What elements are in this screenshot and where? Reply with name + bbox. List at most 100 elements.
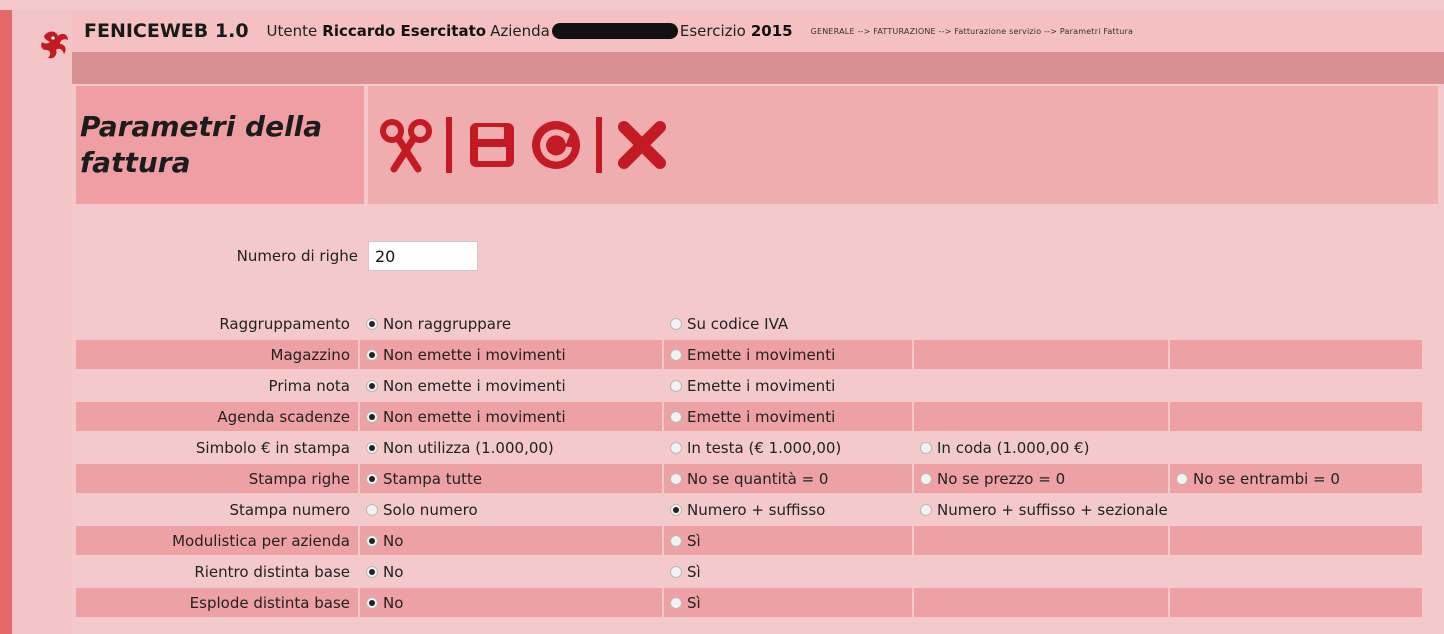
radio-label: Emette i movimenti xyxy=(687,376,836,395)
radio-option[interactable]: Su codice IVA xyxy=(664,309,912,338)
option-row: Modulistica per azienda No Sì xyxy=(76,525,1438,556)
radio-unselected-icon[interactable] xyxy=(920,503,932,516)
radio-selected-icon[interactable] xyxy=(366,317,378,330)
radio-unselected-icon[interactable] xyxy=(670,441,682,454)
option-cell xyxy=(1170,340,1422,369)
radio-option[interactable]: No se quantità = 0 xyxy=(664,464,912,493)
radio-label: Sì xyxy=(687,593,701,612)
phoenix-logo-icon xyxy=(41,31,68,59)
radio-option[interactable]: Emette i movimenti xyxy=(664,371,912,400)
option-cell xyxy=(1170,402,1422,431)
radio-selected-icon[interactable] xyxy=(366,348,378,361)
radio-option[interactable]: No xyxy=(360,588,662,617)
radio-option[interactable]: Numero + suffisso xyxy=(664,495,912,524)
radio-selected-icon[interactable] xyxy=(670,503,682,516)
radio-selected-icon[interactable] xyxy=(366,565,378,578)
radio-unselected-icon[interactable] xyxy=(670,410,682,423)
radio-option[interactable]: Non emette i movimenti xyxy=(360,340,662,369)
radio-option[interactable]: Non utilizza (1.000,00) xyxy=(360,433,662,462)
radio-option[interactable]: Sì xyxy=(664,588,912,617)
rows-count-label: Numero di righe xyxy=(236,247,358,265)
radio-unselected-icon[interactable] xyxy=(920,441,932,454)
radio-label: Su codice IVA xyxy=(687,314,789,333)
radio-option[interactable]: Emette i movimenti xyxy=(664,402,912,431)
close-icon[interactable] xyxy=(614,117,670,173)
radio-option[interactable]: Non emette i movimenti xyxy=(360,371,662,400)
radio-label: Solo numero xyxy=(383,500,478,519)
radio-option[interactable]: Sì xyxy=(664,526,912,555)
radio-option[interactable]: In coda (1.000,00 €) xyxy=(914,433,1168,462)
radio-unselected-icon[interactable] xyxy=(366,503,378,516)
radio-option[interactable]: Emette i movimenti xyxy=(664,340,912,369)
radio-option[interactable]: Non emette i movimenti xyxy=(360,402,662,431)
radio-option[interactable]: No xyxy=(360,557,662,586)
toolbar-separator xyxy=(596,117,602,173)
top-bar: FENICEWEB 1.0 Utente Riccardo Esercitato… xyxy=(72,10,1444,84)
option-row: Raggruppamento Non raggruppare Su codice I… xyxy=(76,308,1438,339)
radio-option[interactable]: No xyxy=(360,526,662,555)
radio-option[interactable]: Non raggruppare xyxy=(360,309,662,338)
option-cell xyxy=(1170,526,1422,555)
radio-selected-icon[interactable] xyxy=(366,410,378,423)
menu-bar xyxy=(72,52,1444,84)
radio-selected-icon[interactable] xyxy=(366,441,378,454)
radio-unselected-icon[interactable] xyxy=(670,472,682,485)
radio-option[interactable]: Sì xyxy=(664,557,912,586)
year-value: 2015 xyxy=(750,22,793,40)
radio-option[interactable]: No se prezzo = 0 xyxy=(914,464,1168,493)
radio-selected-icon[interactable] xyxy=(366,534,378,547)
radio-label: Sì xyxy=(687,562,701,581)
option-label: Agenda scadenze xyxy=(76,402,358,431)
radio-unselected-icon[interactable] xyxy=(670,596,682,609)
radio-selected-icon[interactable] xyxy=(366,472,378,485)
save-icon[interactable] xyxy=(464,117,520,173)
toolbar-separator xyxy=(446,117,452,173)
rows-count-row: Numero di righe xyxy=(76,230,1438,282)
radio-label: Sì xyxy=(687,531,701,550)
scissors-icon[interactable] xyxy=(378,117,434,173)
page-title: Parametri della fattura xyxy=(80,110,323,179)
radio-option[interactable]: Solo numero xyxy=(360,495,662,524)
radio-label: No xyxy=(383,531,404,550)
app-name: FENICEWEB 1.0 xyxy=(84,20,249,42)
radio-unselected-icon[interactable] xyxy=(1176,472,1188,485)
radio-label: Emette i movimenti xyxy=(687,345,836,364)
logo-column xyxy=(12,10,72,634)
radio-unselected-icon[interactable] xyxy=(670,348,682,361)
radio-option[interactable]: Stampa tutte xyxy=(360,464,662,493)
refresh-icon[interactable] xyxy=(528,117,584,173)
radio-label: Numero + suffisso + sezionale xyxy=(937,500,1168,519)
radio-unselected-icon[interactable] xyxy=(670,565,682,578)
option-row: Esplode distinta base No Sì xyxy=(76,587,1438,618)
radio-unselected-icon[interactable] xyxy=(670,534,682,547)
radio-label: Non emette i movimenti xyxy=(383,376,566,395)
radio-label: Non raggruppare xyxy=(383,314,512,333)
radio-label: In testa (€ 1.000,00) xyxy=(687,438,842,457)
year-label: Esercizio xyxy=(679,22,746,40)
radio-option[interactable]: In testa (€ 1.000,00) xyxy=(664,433,912,462)
radio-label: No xyxy=(383,593,404,612)
option-row: Prima nota Non emette i movimenti Emette i… xyxy=(76,370,1438,401)
toolbar xyxy=(368,86,1438,204)
option-row: Stampa numero Solo numero Numero + suffiss… xyxy=(76,494,1438,525)
option-row: Stampa righe Stampa tutte No se quantità =… xyxy=(76,463,1438,494)
option-label: Simbolo € in stampa xyxy=(195,438,350,457)
option-label: Modulistica per azienda xyxy=(76,526,358,555)
options-list: Raggruppamento Non raggruppare Su codice I… xyxy=(76,308,1438,618)
option-label: Rientro distinta base xyxy=(194,562,350,581)
option-cell xyxy=(914,588,1168,617)
radio-label: In coda (1.000,00 €) xyxy=(937,438,1090,457)
radio-unselected-icon[interactable] xyxy=(670,317,682,330)
left-edge-bar xyxy=(0,10,12,634)
rows-count-input[interactable] xyxy=(368,241,478,271)
radio-unselected-icon[interactable] xyxy=(920,472,932,485)
radio-option[interactable]: No se entrambi = 0 xyxy=(1170,464,1422,493)
radio-selected-icon[interactable] xyxy=(366,596,378,609)
breadcrumb[interactable]: GENERALE --> FATTURAZIONE --> Fatturazio… xyxy=(811,27,1133,36)
radio-selected-icon[interactable] xyxy=(366,379,378,392)
radio-unselected-icon[interactable] xyxy=(670,379,682,392)
option-label: Esplode distinta base xyxy=(76,588,358,617)
radio-option[interactable]: Numero + suffisso + sezionale xyxy=(914,495,1168,524)
option-cell xyxy=(1170,495,1422,524)
option-row: Magazzino Non emette i movimenti Emette i … xyxy=(76,339,1438,370)
